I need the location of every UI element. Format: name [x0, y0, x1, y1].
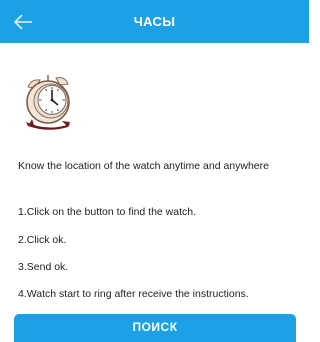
page-title: ЧАСЫ — [133, 14, 176, 29]
intro-text: Know the location of the watch anytime a… — [18, 160, 269, 172]
arrow-left-icon — [13, 14, 32, 30]
step-3: 3.Send ok. — [18, 261, 69, 273]
instructions: Know the location of the watch anytime a… — [18, 160, 308, 300]
alarm-clock-icon — [26, 75, 70, 130]
back-button[interactable] — [12, 11, 36, 33]
step-1: 1.Click on the button to find the watch. — [18, 206, 197, 218]
step-2: 2.Click ok. — [18, 234, 67, 246]
top-app-bar: ЧАСЫ — [0, 0, 309, 43]
step-4: 4.Watch start to ring after receive the … — [18, 288, 249, 300]
